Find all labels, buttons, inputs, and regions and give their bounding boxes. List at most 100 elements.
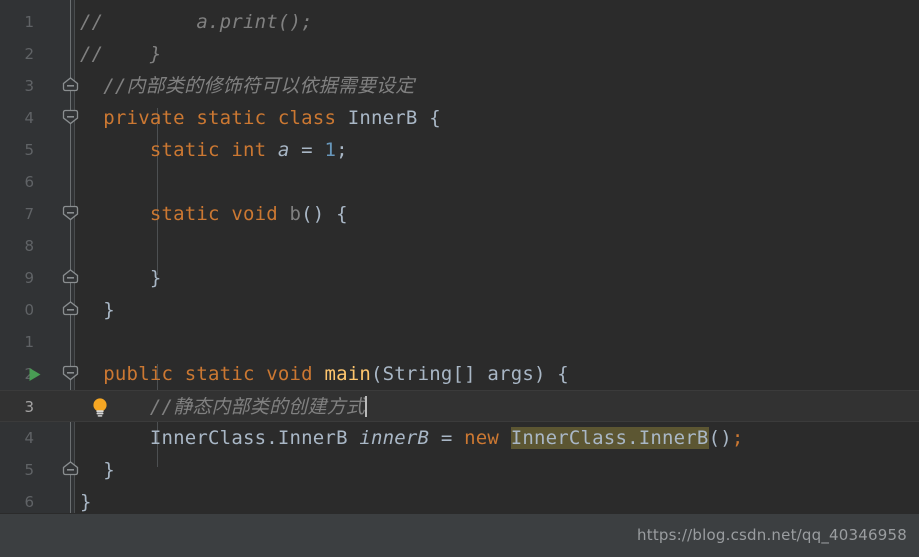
code-token: { <box>417 107 441 129</box>
code-line[interactable]: 8 <box>0 230 919 262</box>
line-number: 7 <box>24 205 34 223</box>
code-line[interactable]: 9 } <box>0 262 919 294</box>
code-token: InnerB <box>277 427 348 449</box>
code-token: //静态内部类的创建方式 <box>80 396 366 418</box>
code-token: = <box>429 427 465 449</box>
code-token: class <box>277 107 337 129</box>
line-number: 3 <box>24 77 34 95</box>
code-token: void <box>231 203 278 225</box>
code-text[interactable]: // a.print(); <box>80 6 313 38</box>
code-token: //内部类的修饰符可以依据需要设定 <box>80 75 415 97</box>
line-number: 2 <box>24 45 34 63</box>
code-text[interactable]: } <box>80 486 92 513</box>
code-text[interactable]: // } <box>80 38 161 70</box>
code-token: static <box>149 139 220 161</box>
code-token: new <box>464 427 500 449</box>
code-line[interactable]: 3 //静态内部类的创建方式 <box>0 390 919 422</box>
code-token: static <box>196 107 267 129</box>
code-line[interactable]: 0 } <box>0 294 919 326</box>
code-token: InnerClass <box>510 427 628 449</box>
code-line[interactable]: 5 } <box>0 454 919 486</box>
code-line[interactable]: 1 <box>0 326 919 358</box>
code-text[interactable]: static void b() { <box>80 198 348 230</box>
code-line[interactable]: 4 private static class InnerB { <box>0 102 919 134</box>
code-text[interactable]: } <box>80 294 115 326</box>
code-line[interactable]: 3 //内部类的修饰符可以依据需要设定 <box>0 70 919 102</box>
line-number: 4 <box>24 109 34 127</box>
code-text[interactable]: //静态内部类的创建方式 <box>80 391 368 423</box>
fold-collapse-icon[interactable] <box>62 269 79 288</box>
code-line[interactable]: 2 // } <box>0 38 919 70</box>
code-editor[interactable]: // (); 1// a.print();2// }3 //内部类的修饰符可以依… <box>0 0 919 513</box>
watermark-url: https://blog.csdn.net/qq_40346958 <box>637 526 907 544</box>
line-number: 9 <box>24 269 34 287</box>
status-bar: https://blog.csdn.net/qq_40346958 <box>0 513 919 557</box>
code-text[interactable]: } <box>80 454 115 486</box>
code-token: 1 <box>324 139 337 161</box>
line-number: 6 <box>24 173 34 191</box>
code-token: b <box>289 203 302 225</box>
code-token: () <box>708 427 732 449</box>
code-line[interactable]: 6 <box>0 166 919 198</box>
code-text[interactable]: InnerClass.InnerB innerB = new InnerClas… <box>80 422 743 454</box>
code-token: String <box>382 363 453 385</box>
line-number: 1 <box>24 333 34 351</box>
code-line[interactable]: 2 public static void main(String[] args)… <box>0 358 919 390</box>
text-caret <box>365 396 368 417</box>
code-token: static <box>149 203 220 225</box>
code-token: public <box>103 363 174 385</box>
run-triangle-icon[interactable] <box>28 367 42 382</box>
code-line[interactable]: 4 InnerClass.InnerB innerB = new InnerCl… <box>0 422 919 454</box>
line-number: 5 <box>24 141 34 159</box>
code-token: () { <box>301 203 348 225</box>
fold-expand-icon[interactable] <box>62 205 79 224</box>
code-token: args <box>487 363 534 385</box>
code-token: // } <box>80 43 162 65</box>
code-line[interactable]: 6} <box>0 486 919 513</box>
line-number: 6 <box>24 493 34 511</box>
code-token: = <box>289 139 325 161</box>
code-token: ) { <box>533 363 569 385</box>
code-token: void <box>266 363 313 385</box>
code-token: ; <box>336 139 348 161</box>
fold-collapse-icon[interactable] <box>62 461 79 480</box>
fold-collapse-icon[interactable] <box>62 301 79 320</box>
code-line[interactable]: 7 static void b() { <box>0 198 919 230</box>
line-number: 3 <box>24 398 34 416</box>
code-token: . <box>266 427 278 449</box>
code-text[interactable]: static int a = 1; <box>80 134 348 166</box>
fold-expand-icon[interactable] <box>62 365 79 384</box>
code-line[interactable]: 5 static int a = 1; <box>0 134 919 166</box>
code-token: InnerB <box>347 107 418 129</box>
code-text[interactable]: } <box>80 262 161 294</box>
code-token: int <box>231 139 267 161</box>
fold-expand-icon[interactable] <box>62 109 79 128</box>
code-token: } <box>80 459 115 481</box>
code-token: [] <box>452 363 488 385</box>
line-number: 8 <box>24 237 34 255</box>
code-token: // a.print(); <box>80 11 313 33</box>
code-line[interactable]: 1 // a.print(); <box>0 6 919 38</box>
fold-collapse-icon[interactable] <box>62 77 79 96</box>
code-text[interactable]: private static class InnerB { <box>80 102 441 134</box>
code-token: innerB <box>359 427 430 449</box>
code-token: static <box>184 363 255 385</box>
code-token: } <box>80 299 115 321</box>
code-text[interactable]: public static void main(String[] args) { <box>80 358 569 390</box>
code-token: } <box>80 491 92 513</box>
code-token: a <box>277 139 290 161</box>
code-text[interactable]: //内部类的修饰符可以依据需要设定 <box>80 70 415 102</box>
code-token: ; <box>731 427 744 449</box>
code-token: InnerB <box>638 427 709 449</box>
